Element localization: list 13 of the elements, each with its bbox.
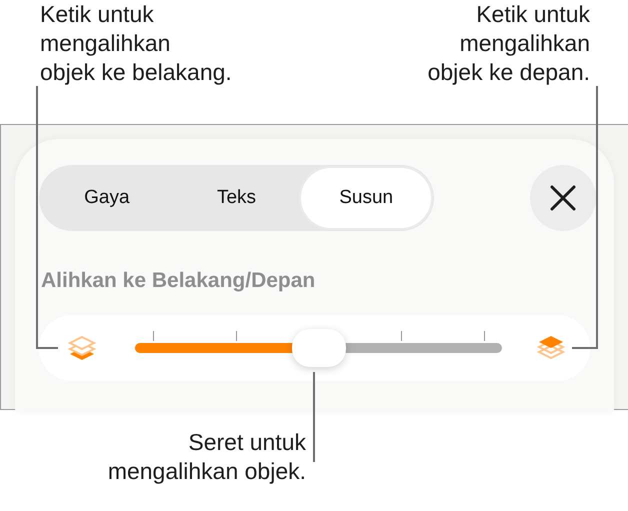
tab[interactable]: Susun [301,168,432,228]
callout-text: Ketik untuk mengalihkan objek ke depan. [428,0,590,87]
tick-mark [484,331,485,341]
callout-text: Seret untuk mengalihkan objek. [106,428,306,486]
tab[interactable]: Teks [172,168,302,228]
tab[interactable]: Gaya [42,168,172,228]
section-title: Alihkan ke Belakang/Depan [41,269,316,293]
tick-mark [236,331,237,341]
close-icon [550,185,576,211]
slider-thumb[interactable] [292,329,346,367]
callout-text: Ketik untuk mengalihkan objek ke belakang. [40,0,232,87]
tick-mark [153,331,154,341]
tick-mark [401,331,402,341]
